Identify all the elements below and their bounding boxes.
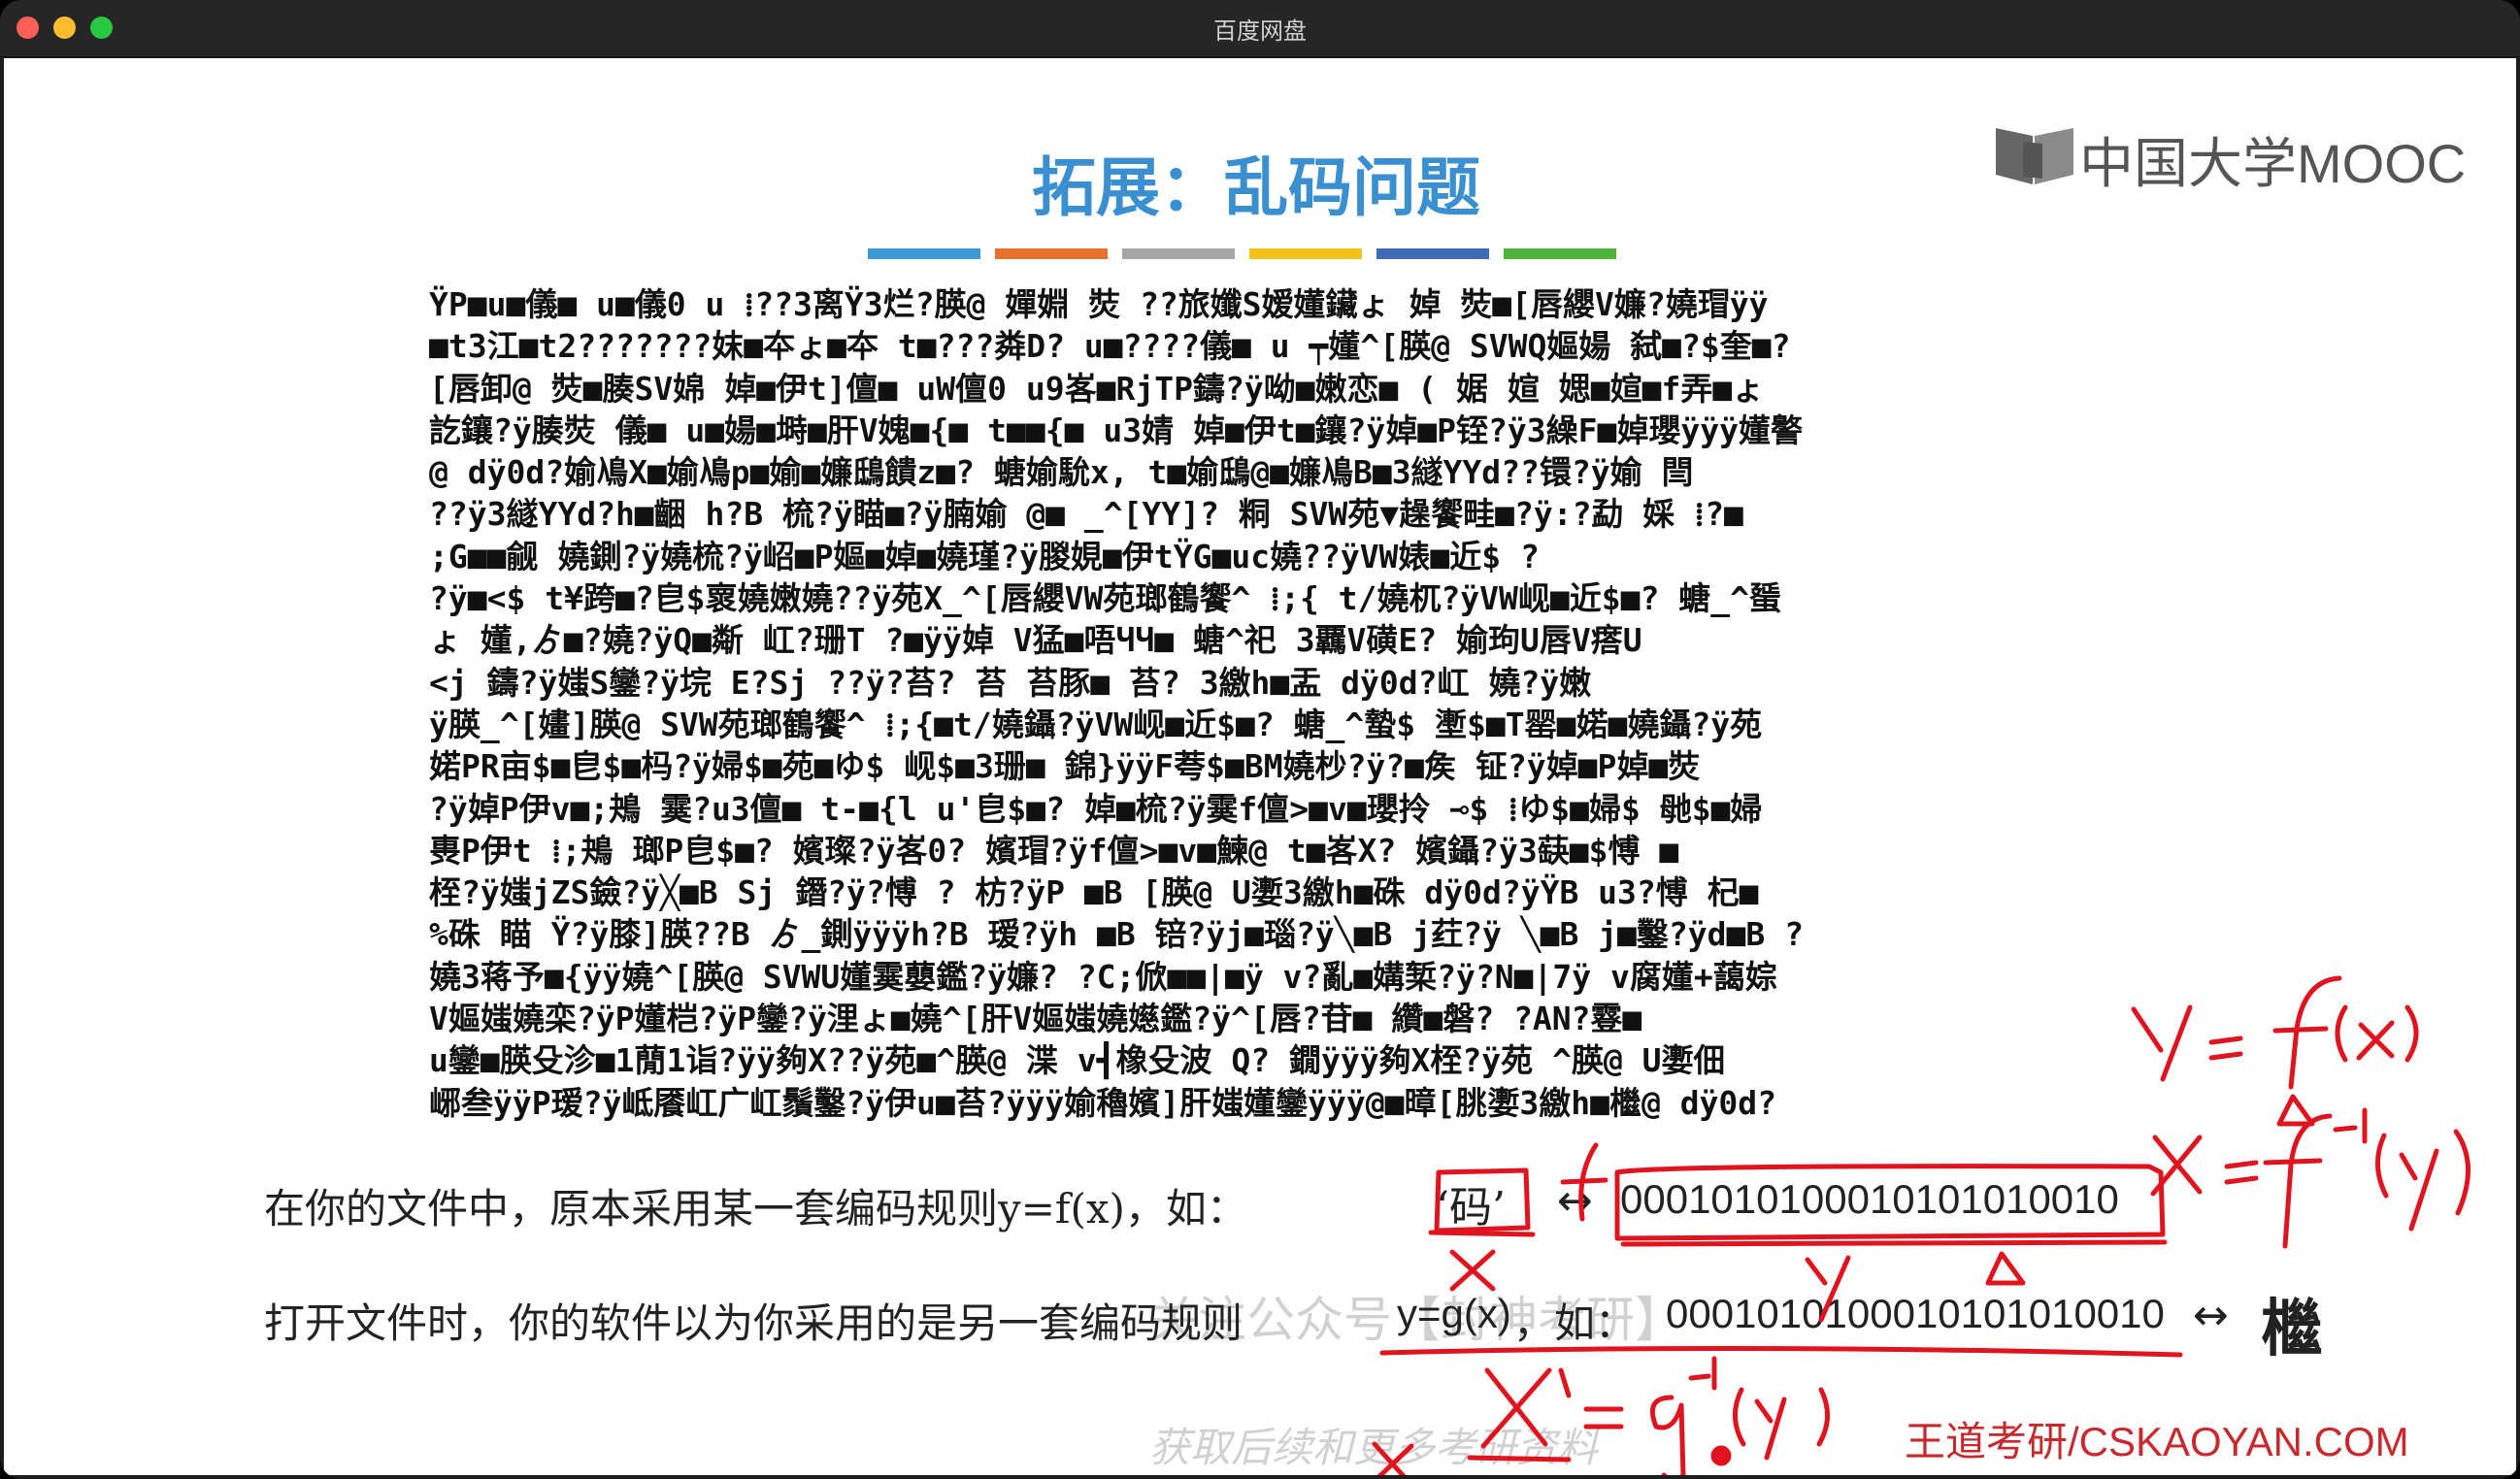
ink-y-1 (1805, 1255, 1851, 1323)
ink-eq2-equals (2224, 1160, 2259, 1185)
ink-x-prime (1480, 1367, 1572, 1449)
ink-underline-line2 (1379, 1345, 2183, 1358)
window-title: 百度网盘 (1213, 17, 1307, 45)
ink-eq2-args (2374, 1129, 2470, 1232)
ink-eq2-f (2263, 1113, 2333, 1249)
ink-triangle-1 (1985, 1251, 2026, 1286)
ink-dot (1710, 1445, 1732, 1466)
ink-eq2-inverse (2333, 1107, 2368, 1144)
ink-triangle-2 (2276, 1094, 2315, 1127)
video-slide[interactable]: 中国大学MOOC 拓展：乱码问题 ŸP■u■儀■ u■儀0 u ⁞??3离ŸЗ烂… (4, 58, 2516, 1475)
ink-g-inverse (1650, 1356, 1717, 1475)
ink-x-1 (1449, 1249, 1496, 1292)
app-window: 百度网盘 中国大学MOOC 拓展：乱码问题 ŸP■u■儀■ u■儀0 u ⁞??… (0, 0, 2520, 1479)
ink-eq1-y (2131, 1004, 2193, 1082)
ink-box-ma (1434, 1167, 1531, 1233)
ink-equals (1583, 1406, 1624, 1430)
handwritten-annotations (1372, 975, 2470, 1475)
ink-f (1560, 1142, 1608, 1222)
ink-eq2-x (2150, 1134, 2203, 1197)
ink-underline-ma (1428, 1230, 1536, 1237)
ink-x-2 (1372, 1441, 1414, 1475)
title-bar: 百度网盘 (0, 0, 2520, 57)
ink-eq1-args (2335, 1004, 2419, 1063)
ink-box-binary (1614, 1164, 2166, 1241)
ink-eq1-f (2272, 975, 2342, 1090)
ink-underline-binary (1620, 1239, 2168, 1247)
ink-eq1-equals (2208, 1035, 2243, 1061)
ink-paren-y (1733, 1387, 1830, 1461)
ink-underline-xprime (1467, 1455, 1572, 1463)
